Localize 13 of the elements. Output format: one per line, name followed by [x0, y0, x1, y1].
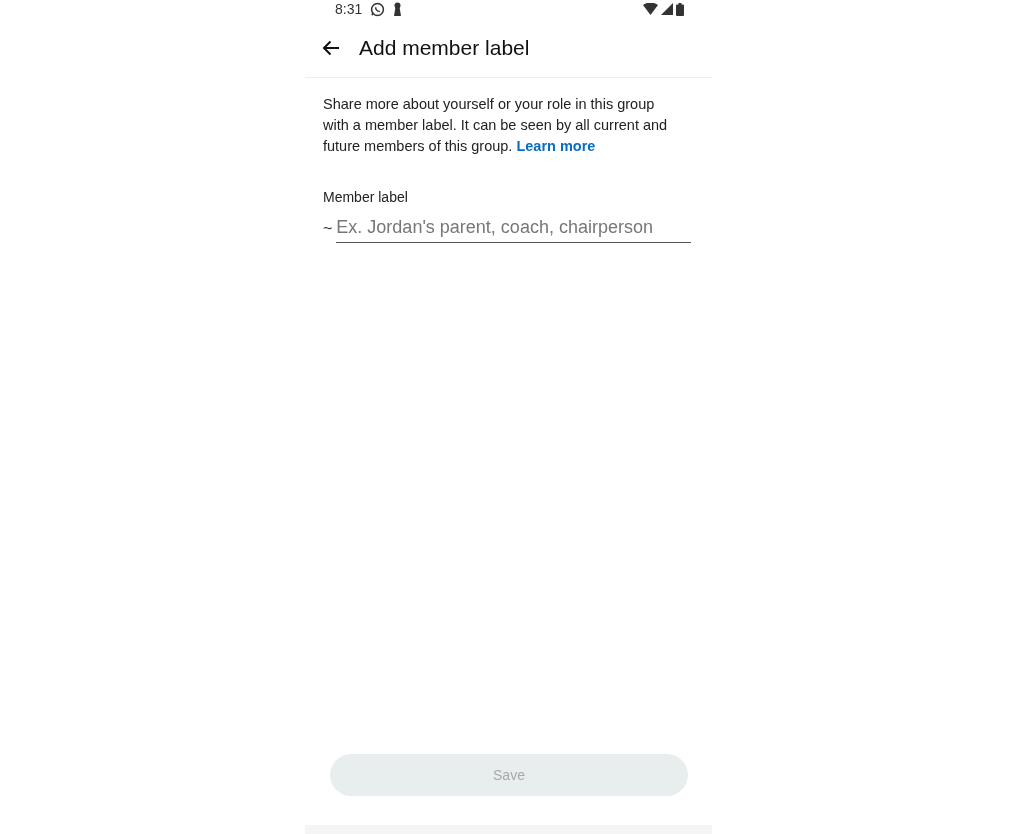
battery-icon	[676, 2, 684, 16]
chat-icon	[370, 1, 386, 17]
status-time: 8:31	[335, 1, 363, 17]
field-label: Member label	[323, 189, 409, 205]
wifi-icon	[643, 3, 658, 15]
page-title: Add member label	[359, 35, 530, 60]
field-prefix: ~	[323, 220, 333, 239]
learn-more-link[interactable]: Learn more	[516, 138, 596, 154]
signal-icon	[661, 3, 673, 15]
description-text: Share more about yourself or your role in this group with a member label. It can be seen by all current and future members of this group. Learn more	[323, 95, 669, 156]
label-input-field[interactable]: Ex. Jordan's parent, coach, chairperson	[336, 215, 691, 243]
keyhole-icon	[393, 2, 403, 16]
back-arrow-icon[interactable]	[322, 39, 340, 56]
